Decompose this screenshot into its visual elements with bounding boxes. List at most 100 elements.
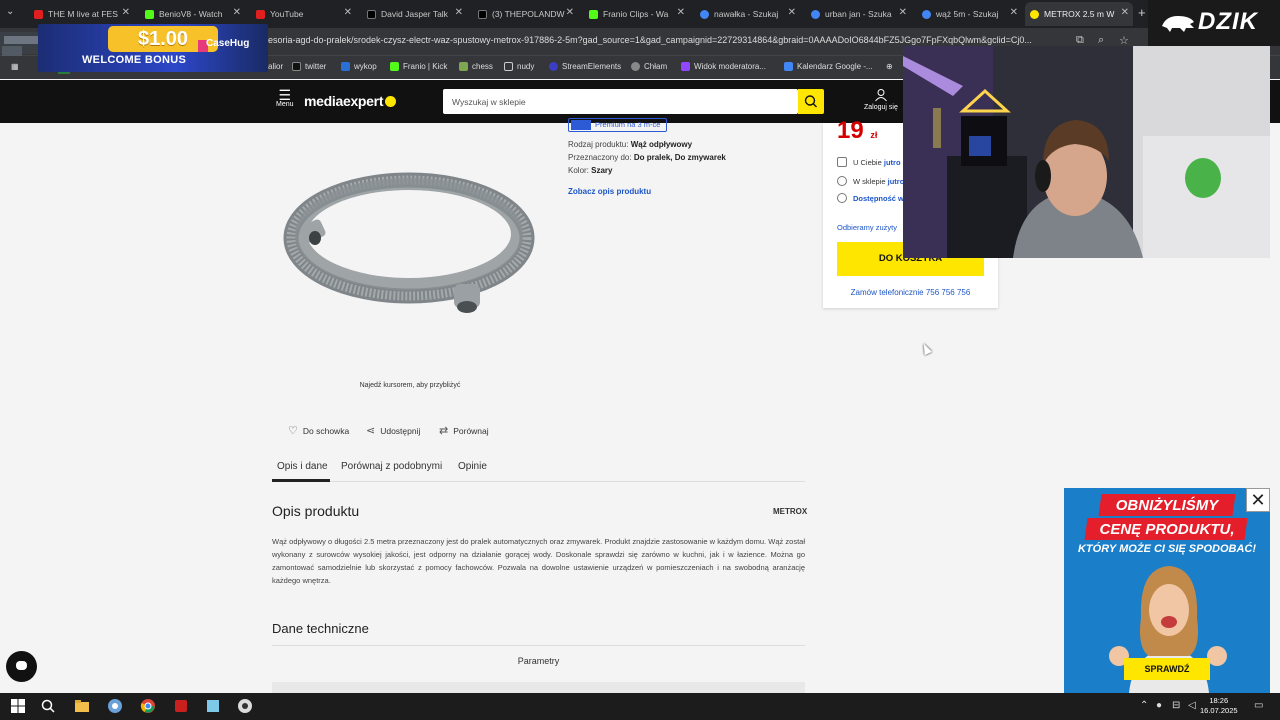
compare-button[interactable]: ⇄ Porównaj xyxy=(439,424,489,437)
microphone-icon[interactable]: ● xyxy=(1156,700,1162,711)
see-description-link[interactable]: Zobacz opis produktu xyxy=(568,187,651,196)
file-explorer-icon[interactable] xyxy=(74,698,90,714)
active-tab-indicator xyxy=(272,479,330,482)
url-field[interactable]: esoria-agd-do-pralek/srodek-czysz-electr… xyxy=(268,35,1068,45)
close-icon[interactable]: ✕ xyxy=(677,7,685,18)
chat-icon[interactable] xyxy=(6,651,37,682)
browser-tab[interactable]: Franio Clips - Wa ✕ xyxy=(585,2,689,26)
tab-label: METROX 2.5 m W xyxy=(1044,9,1115,19)
logo-arrow-icon xyxy=(385,96,397,107)
recycle-link[interactable]: Odbieramy zużyty xyxy=(837,223,897,232)
volume-icon[interactable]: ◁ xyxy=(1188,700,1196,711)
menu-button[interactable]: ☰ Menu xyxy=(276,88,294,108)
bookmark-label: wykop xyxy=(354,62,377,71)
bookmark-item[interactable]: Chłam xyxy=(631,62,667,71)
product-image-hose[interactable] xyxy=(278,160,540,322)
bookmark-label: StreamElements xyxy=(562,62,622,71)
availability-check[interactable]: Dostępność w xyxy=(837,193,904,203)
tab-reviews[interactable]: Opinie xyxy=(458,461,487,472)
add-to-wishlist-button[interactable]: ♡ Do schowka xyxy=(288,424,349,437)
browser-tab[interactable]: David Jasper Talk ✕ xyxy=(363,2,467,26)
price: 19 zł xyxy=(837,117,877,145)
attr-value: Wąż odpływowy xyxy=(630,140,693,149)
share-button[interactable]: ⋖ Udostępnij xyxy=(366,424,420,437)
streamelements-icon xyxy=(549,62,558,71)
close-icon[interactable]: ✕ xyxy=(899,7,907,18)
tab-favicon-icon xyxy=(700,9,709,19)
game-app-icon[interactable] xyxy=(173,698,189,714)
twitch-icon xyxy=(681,62,690,71)
close-icon[interactable]: ✕ xyxy=(566,7,574,18)
clock-time: 18:26 xyxy=(1209,696,1229,705)
close-icon[interactable]: ✕ xyxy=(122,7,130,18)
mediaexpert-logo[interactable]: mediaexpert xyxy=(304,93,397,109)
app-icon[interactable] xyxy=(107,698,123,714)
close-icon[interactable]: ✕ xyxy=(233,7,241,18)
bookmark-item[interactable]: twitter xyxy=(292,62,326,71)
close-icon: ✕ xyxy=(1250,490,1266,510)
premium-badge[interactable]: Premium na 3 m-ce xyxy=(568,118,668,132)
search-button[interactable] xyxy=(798,89,824,114)
close-icon[interactable]: ✕ xyxy=(1121,7,1129,18)
login-button[interactable]: Zaloguj się xyxy=(864,88,898,111)
attr-label: Przeznaczony do: xyxy=(568,153,632,162)
availability-store[interactable]: W sklepie jutro xyxy=(837,176,904,186)
notes-app-icon[interactable] xyxy=(205,698,221,714)
tab-search-chevron-icon[interactable]: ⌄ xyxy=(6,6,14,17)
mouse-cursor-icon xyxy=(920,341,932,356)
browser-tab[interactable]: (3) THEPOLANDW ✕ xyxy=(474,2,578,26)
new-tab-plus-icon[interactable]: + xyxy=(1138,5,1146,20)
browser-tab[interactable]: nawałka - Szukaj ✕ xyxy=(696,2,800,26)
browser-tab[interactable]: wąż 5m - Szukaj ✕ xyxy=(918,2,1022,26)
brand-name[interactable]: METROX xyxy=(773,507,807,516)
bookmark-item[interactable]: Widok moderatora... xyxy=(681,62,766,71)
availability-text: W sklepie xyxy=(853,177,886,186)
tab-label: BenioV8 - Watch xyxy=(159,9,223,19)
browser-tab[interactable]: BenioV8 - Watch ✕ xyxy=(141,2,245,26)
browser-tab-active[interactable]: METROX 2.5 m W ✕ xyxy=(1025,2,1133,26)
tab-favicon-icon xyxy=(811,9,820,19)
params-header: Parametry xyxy=(517,656,560,666)
heart-icon: ♡ xyxy=(288,425,298,437)
tab-description[interactable]: Opis i dane xyxy=(277,461,328,472)
bookmark-item[interactable]: Franio | Kick xyxy=(390,62,447,71)
ad-close-button[interactable]: ✕ xyxy=(1246,488,1270,512)
close-icon[interactable]: ✕ xyxy=(455,7,463,18)
boar-icon xyxy=(1162,16,1194,32)
obs-icon[interactable] xyxy=(237,698,253,714)
bookmark-item[interactable]: Kalendarz Google -... xyxy=(784,62,873,71)
close-icon[interactable]: ✕ xyxy=(344,7,352,18)
bookmark-item[interactable]: chess xyxy=(459,62,493,71)
windows-start-icon[interactable] xyxy=(10,698,26,714)
price-value: 19 xyxy=(837,117,864,144)
close-icon[interactable]: ✕ xyxy=(1010,7,1018,18)
tab-label: THE M live at FES xyxy=(48,9,118,19)
clock[interactable]: 18:26 16.07.2025 xyxy=(1200,696,1238,716)
globe-icon[interactable]: ⊕ xyxy=(886,62,893,71)
chrome-icon[interactable] xyxy=(140,698,156,714)
notification-icon[interactable]: ▭ xyxy=(1254,700,1263,711)
search-input[interactable]: Wyszukaj w sklepie xyxy=(443,89,798,114)
divider xyxy=(272,645,805,646)
close-icon[interactable]: ✕ xyxy=(788,7,796,18)
bookmark-item[interactable]: wykop xyxy=(341,62,377,71)
bookmark-label: twitter xyxy=(305,62,327,71)
description-title: Opis produktu xyxy=(272,503,360,519)
browser-tab[interactable]: YouTube ✕ xyxy=(252,2,356,26)
tab-label: Franio Clips - Wa xyxy=(603,9,669,19)
network-icon[interactable]: ⊟ xyxy=(1172,700,1180,711)
bookmark-item[interactable]: alior xyxy=(268,62,283,71)
chess-pawn-icon xyxy=(459,62,468,71)
bookmark-item[interactable]: nudy xyxy=(504,62,534,71)
browser-tab[interactable]: urban jan - Szuka ✕ xyxy=(807,2,911,26)
bookmark-label: Franio | Kick xyxy=(403,62,448,71)
ad-check-button[interactable]: SPRAWDŹ xyxy=(1124,658,1210,680)
bookmark-item[interactable]: StreamElements xyxy=(549,62,621,71)
availability-delivery[interactable]: U Ciebie jutro xyxy=(837,157,901,167)
location-pin-icon xyxy=(837,176,847,186)
browser-tab[interactable]: THE M live at FES ✕ xyxy=(30,2,134,26)
tray-chevron-icon[interactable]: ⌃ xyxy=(1140,700,1148,711)
search-icon[interactable] xyxy=(40,698,56,714)
phone-order-link[interactable]: Zamów telefonicznie 756 756 756 xyxy=(837,288,984,297)
tab-compare-similar[interactable]: Porównaj z podobnymi xyxy=(341,461,442,472)
